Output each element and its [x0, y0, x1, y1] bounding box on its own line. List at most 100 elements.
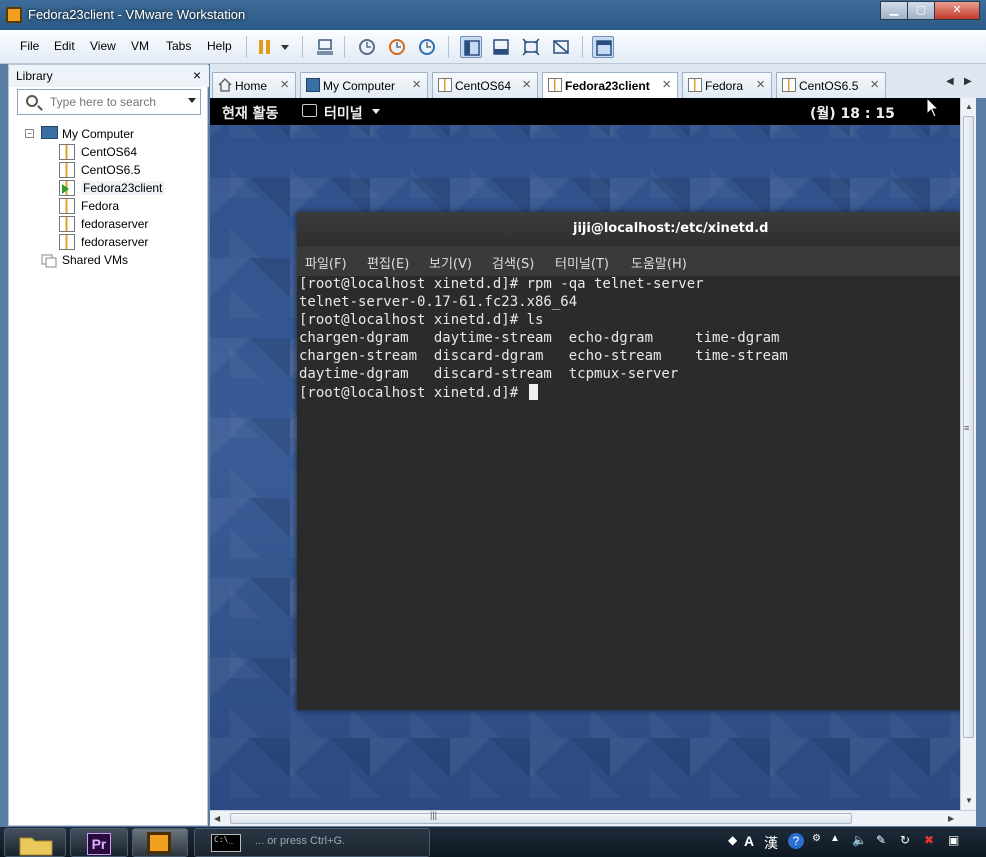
pen-icon[interactable]: ✎: [876, 833, 886, 847]
vm-icon: [688, 78, 702, 92]
windows-taskbar: Pr C:\_ ... or press Ctrl+G. ◆ A 漢 ? ⚙ ▲…: [0, 827, 986, 857]
terminal-title-bar[interactable]: jiji@localhost:/etc/xinetd.d: [297, 212, 960, 246]
thumbnail-bar-icon[interactable]: [490, 36, 512, 58]
app-menu-terminal[interactable]: 터미널: [324, 103, 363, 123]
tab-fedora23client[interactable]: Fedora23client ×: [542, 72, 678, 99]
menu-edit[interactable]: Edit: [54, 39, 75, 53]
scroll-right-icon[interactable]: ▶: [948, 814, 954, 823]
tab-close-button[interactable]: ×: [280, 76, 289, 93]
computer-icon: [306, 78, 320, 92]
terminal-menu-view[interactable]: 보기(V): [429, 253, 472, 272]
minimize-button[interactable]: ▁: [880, 1, 908, 20]
tree-item-vm[interactable]: CentOS64: [59, 143, 205, 161]
close-window-button[interactable]: ✕: [934, 1, 980, 20]
vertical-scrollbar[interactable]: ▲ ≡ ▼: [960, 98, 976, 810]
terminal-output[interactable]: [root@localhost xinetd.d]# rpm -qa telne…: [297, 276, 960, 710]
computer-icon: [41, 126, 58, 139]
snapshot-icon[interactable]: [356, 36, 378, 58]
send-ctrl-alt-del-icon[interactable]: [314, 36, 336, 58]
tab-fedora[interactable]: Fedora ×: [682, 72, 772, 98]
tab-close-button[interactable]: ×: [870, 76, 879, 93]
tab-centos65[interactable]: CentOS6.5 ×: [776, 72, 886, 98]
scroll-down-icon[interactable]: ▼: [965, 796, 973, 805]
menu-view[interactable]: View: [90, 39, 116, 53]
sync-icon[interactable]: ↻: [900, 833, 910, 847]
menu-file[interactable]: File: [20, 39, 39, 53]
tree-item-vm[interactable]: Fedora: [59, 197, 205, 215]
security-alert-icon[interactable]: ✖: [924, 833, 934, 847]
tree-item-shared-vms[interactable]: Shared VMs: [41, 251, 205, 269]
tree-item-vm[interactable]: CentOS6.5: [59, 161, 205, 179]
tab-close-button[interactable]: ×: [662, 76, 671, 93]
vmware-app-icon: [6, 7, 22, 23]
tab-home[interactable]: Home ×: [212, 72, 296, 98]
clock[interactable]: (월) 18 : 15: [810, 103, 895, 123]
help-icon[interactable]: ?: [788, 833, 804, 849]
tab-close-button[interactable]: ×: [522, 76, 531, 93]
tab-label: CentOS64: [455, 79, 512, 93]
toolbar-separator: [448, 36, 449, 58]
tab-my-computer[interactable]: My Computer ×: [300, 72, 428, 98]
tab-scroll-right-icon[interactable]: ▶: [964, 76, 972, 87]
menu-help[interactable]: Help: [207, 39, 232, 53]
show-hidden-icons[interactable]: ▲: [830, 833, 840, 844]
unity-icon[interactable]: [550, 36, 572, 58]
horizontal-scroll-thumb[interactable]: [230, 813, 852, 824]
power-dropdown-icon[interactable]: [278, 36, 292, 58]
tree-label: Fedora23client: [81, 181, 165, 195]
terminal-menu-file[interactable]: 파일(F): [305, 253, 347, 272]
revert-snapshot-icon[interactable]: [386, 36, 408, 58]
tray-settings-icon[interactable]: ⚙: [812, 833, 821, 844]
tab-close-button[interactable]: ×: [756, 76, 765, 93]
scroll-left-icon[interactable]: ◀: [214, 814, 220, 823]
terminal-window[interactable]: jiji@localhost:/etc/xinetd.d 파일(F) 편집(E)…: [297, 212, 960, 710]
scroll-up-icon[interactable]: ▲: [965, 102, 973, 111]
maximize-button[interactable]: ▢: [907, 1, 935, 20]
tree-label: CentOS64: [81, 145, 138, 159]
tree-label: fedoraserver: [81, 217, 149, 231]
menu-vm[interactable]: VM: [131, 39, 149, 53]
full-screen-icon[interactable]: [520, 36, 542, 58]
terminal-menu-terminal[interactable]: 터미널(T): [555, 253, 609, 272]
activities-button[interactable]: 현재 활동: [222, 103, 278, 123]
chevron-down-icon[interactable]: [188, 98, 196, 103]
terminal-menu-help[interactable]: 도움말(H): [631, 253, 687, 272]
tab-label: Fedora: [705, 79, 744, 93]
terminal-prompt-line[interactable]: [root@localhost xinetd.d]#: [299, 384, 538, 402]
library-search[interactable]: [17, 89, 201, 115]
toolbar-separator: [302, 36, 303, 58]
collapse-icon[interactable]: −: [25, 129, 34, 138]
volume-icon[interactable]: 🔈: [852, 833, 867, 847]
library-panel: Library × − My Computer CentOS64 CentOS6…: [8, 64, 209, 826]
terminal-menu-edit[interactable]: 편집(E): [367, 253, 409, 272]
tab-scroll-left-icon[interactable]: ◀: [946, 76, 954, 87]
library-close-button[interactable]: ×: [193, 67, 201, 83]
pause-icon[interactable]: [256, 36, 274, 58]
display-icon[interactable]: ▣: [948, 833, 959, 847]
taskbar-explorer-button[interactable]: [4, 828, 66, 857]
chevron-down-icon: [372, 109, 380, 114]
taskbar-vmware-button[interactable]: [132, 828, 188, 857]
show-library-icon[interactable]: [460, 36, 482, 58]
home-icon: [218, 78, 232, 92]
library-title: Library: [16, 69, 53, 83]
tree-item-vm-running[interactable]: Fedora23client: [59, 179, 205, 197]
network-tray-icon[interactable]: ◆: [728, 833, 737, 847]
ime-hanja[interactable]: 漢: [764, 833, 778, 853]
vm-console-view[interactable]: 현재 활동 터미널 (월) 18 : 15 jiji@localhost:/et…: [210, 98, 960, 810]
search-input[interactable]: [50, 94, 180, 110]
tree-item-my-computer[interactable]: − My Computer: [25, 125, 205, 143]
tree-item-vm[interactable]: fedoraserver: [59, 233, 205, 251]
taskbar-premiere-button[interactable]: Pr: [70, 828, 128, 857]
vm-icon: [438, 78, 452, 92]
tab-close-button[interactable]: ×: [412, 76, 421, 93]
tree-label: fedoraserver: [81, 235, 149, 249]
console-view-icon[interactable]: [592, 36, 614, 58]
ime-mode-a[interactable]: A: [744, 833, 754, 849]
menu-tabs[interactable]: Tabs: [166, 39, 191, 53]
snapshot-manager-icon[interactable]: [416, 36, 438, 58]
terminal-menu-search[interactable]: 검색(S): [492, 253, 534, 272]
tab-centos64[interactable]: CentOS64 ×: [432, 72, 538, 98]
tree-item-vm[interactable]: fedoraserver: [59, 215, 205, 233]
horizontal-scrollbar[interactable]: ◀ ||| ▶: [210, 810, 976, 826]
